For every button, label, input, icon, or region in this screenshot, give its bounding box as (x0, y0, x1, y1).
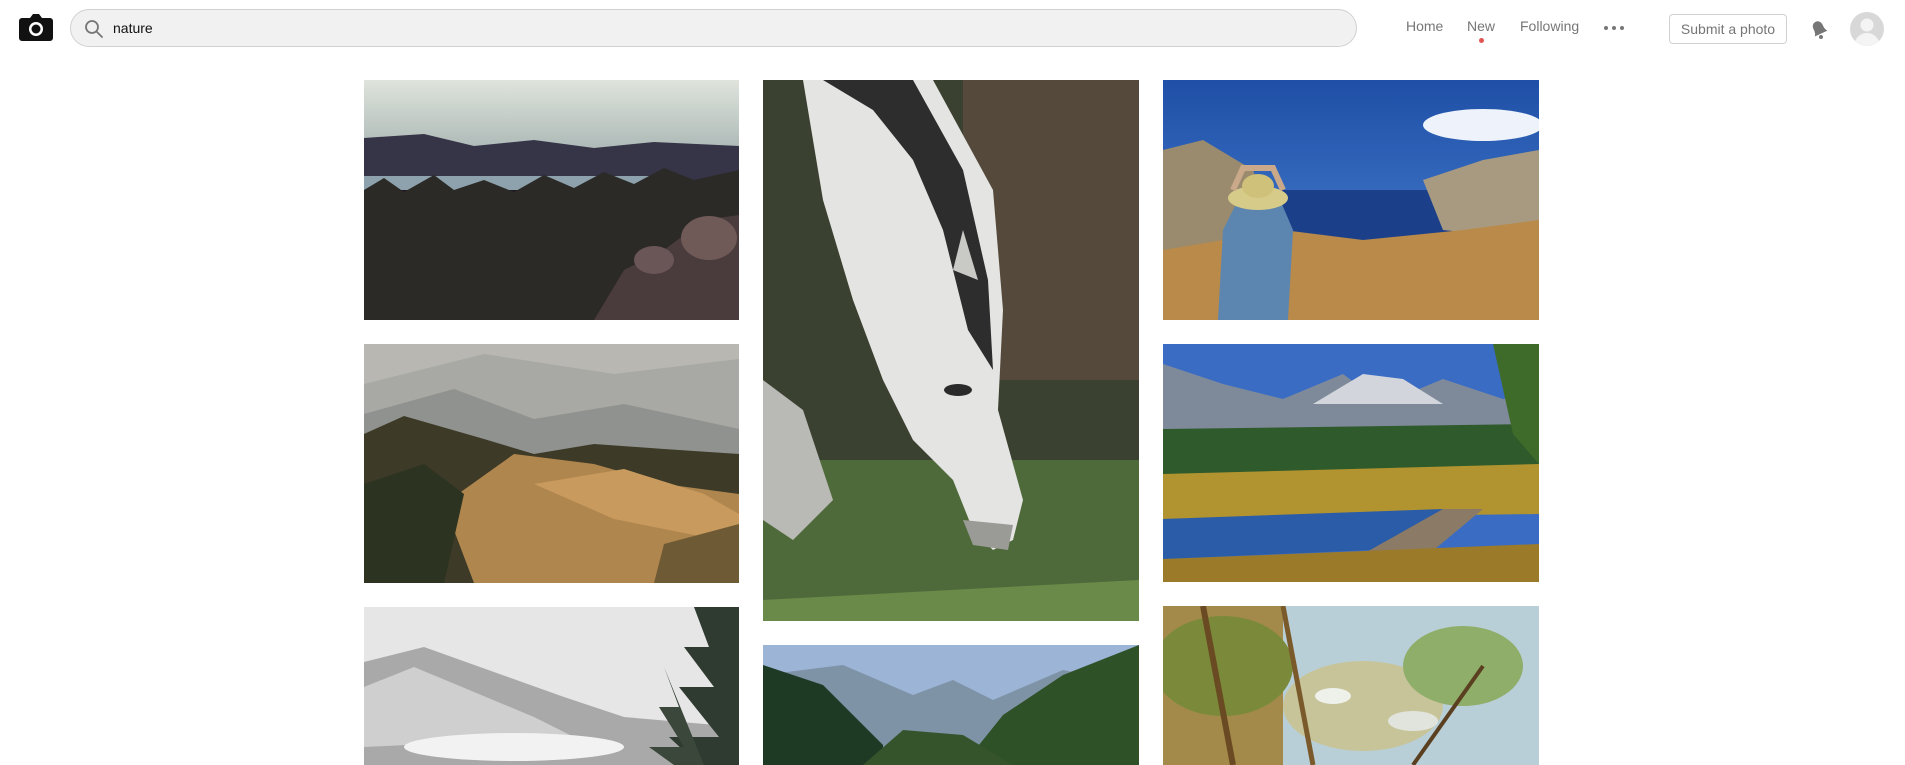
more-dots-icon[interactable] (1602, 19, 1626, 35)
avatar-icon[interactable] (1850, 12, 1884, 46)
photo-white-horse[interactable] (763, 80, 1139, 621)
submit-photo-button[interactable]: Submit a photo (1669, 14, 1787, 44)
photo-mountain-boardwalk[interactable] (1163, 344, 1539, 582)
photo-mountain-lake[interactable] (364, 80, 739, 320)
bell-icon[interactable] (1808, 17, 1830, 41)
search-bar[interactable] (70, 9, 1357, 47)
search-input[interactable] (113, 10, 1333, 46)
photo-golden-hills[interactable] (364, 344, 739, 583)
camera-icon[interactable] (19, 13, 53, 43)
search-icon (84, 19, 104, 39)
new-indicator-dot (1479, 38, 1484, 43)
nav-following-link[interactable]: Following (1520, 18, 1579, 34)
photo-woman-seaside[interactable] (1163, 80, 1539, 320)
photo-blossoming-branches[interactable] (1163, 606, 1539, 765)
photo-forest-valley[interactable] (763, 645, 1139, 765)
photo-snowy-mountains[interactable] (364, 607, 739, 765)
top-navigation-bar: Home New Following Submit a photo (0, 0, 1905, 62)
nav-new-link[interactable]: New (1467, 18, 1495, 34)
nav-home-link[interactable]: Home (1406, 18, 1443, 34)
